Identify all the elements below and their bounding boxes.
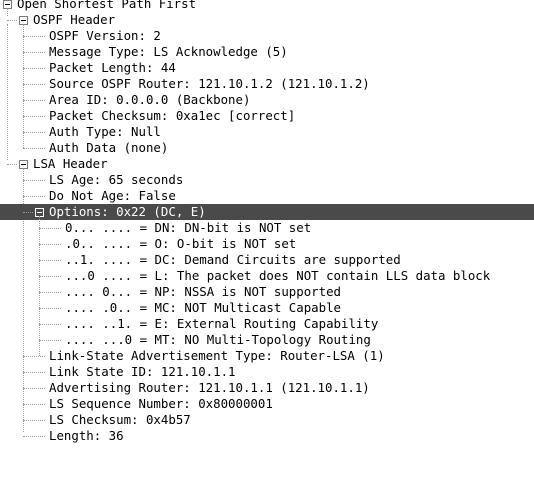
field-message-type[interactable]: Message Type: LS Acknowledge (5) [0,44,534,60]
tree-connector [23,180,45,181]
tree-node-label: OSPF Header [33,12,116,27]
field-link-state-id[interactable]: Link State ID: 121.10.1.1 [0,364,534,380]
option-bit-mc[interactable]: .... .0.. = MC: NOT Multicast Capable [0,300,534,316]
tree-connector [23,388,45,389]
field-label: Do Not Age: False [49,188,176,203]
packet-detail-tree: Open Shortest Path First OSPF Header OSP… [0,0,534,444]
field-label: OSPF Version: 2 [49,28,161,43]
field-label: Auth Type: Null [49,124,161,139]
tree-connector [23,100,45,101]
tree-node-options[interactable]: Options: 0x22 (DC, E) [0,204,534,220]
field-ospf-version[interactable]: OSPF Version: 2 [0,28,534,44]
field-label: .0.. .... = O: O-bit is NOT set [65,236,297,251]
tree-connector [23,196,45,197]
tree-connector [23,52,45,53]
tree-connector [7,164,17,165]
tree-connector [23,116,45,117]
tree-connector [39,340,61,341]
option-bit-dn[interactable]: 0... .... = DN: DN-bit is NOT set [0,220,534,236]
tree-connector [39,260,61,261]
field-auth-data[interactable]: Auth Data (none) [0,140,534,156]
field-label: ..1. .... = DC: Demand Circuits are supp… [65,252,401,267]
tree-connector [23,132,45,133]
tree-connector [7,20,17,21]
field-label: .... ..1. = E: External Routing Capabili… [65,316,379,331]
tree-connector [39,308,61,309]
tree-connector [23,148,45,149]
field-label: Advertising Router: 121.10.1.1 (121.10.1… [49,380,370,395]
tree-connector [39,244,61,245]
field-ls-sequence-number[interactable]: LS Sequence Number: 0x80000001 [0,396,534,412]
option-bit-np[interactable]: .... 0... = NP: NSSA is NOT supported [0,284,534,300]
tree-connector [39,276,61,277]
field-label: Auth Data (none) [49,140,169,155]
option-bit-dc[interactable]: ..1. .... = DC: Demand Circuits are supp… [0,252,534,268]
field-ls-age[interactable]: LS Age: 65 seconds [0,172,534,188]
field-label: Source OSPF Router: 121.10.1.2 (121.10.1… [49,76,370,91]
field-label: Length: 36 [49,428,124,443]
field-advertising-router[interactable]: Advertising Router: 121.10.1.1 (121.10.1… [0,380,534,396]
tree-node-label: Open Shortest Path First [17,0,197,11]
field-length[interactable]: Length: 36 [0,428,534,444]
tree-connector [39,324,61,325]
option-bit-mt[interactable]: .... ...0 = MT: NO Multi-Topology Routin… [0,332,534,348]
option-bit-e[interactable]: .... ..1. = E: External Routing Capabili… [0,316,534,332]
field-label: Packet Length: 44 [49,60,176,75]
field-area-id[interactable]: Area ID: 0.0.0.0 (Backbone) [0,92,534,108]
option-bit-l[interactable]: ...0 .... = L: The packet does NOT conta… [0,268,534,284]
field-label: LS Sequence Number: 0x80000001 [49,396,273,411]
field-lsa-type[interactable]: Link-State Advertisement Type: Router-LS… [0,348,534,364]
field-do-not-age[interactable]: Do Not Age: False [0,188,534,204]
tree-node-ospf[interactable]: Open Shortest Path First [0,0,534,12]
field-source-router[interactable]: Source OSPF Router: 121.10.1.2 (121.10.1… [0,76,534,92]
field-label: Link-State Advertisement Type: Router-LS… [49,348,385,363]
tree-connector [23,36,45,37]
field-label: .... 0... = NP: NSSA is NOT supported [65,284,342,299]
tree-connector [23,356,45,357]
field-label: Area ID: 0.0.0.0 (Backbone) [49,92,251,107]
tree-connector [23,420,45,421]
field-packet-length[interactable]: Packet Length: 44 [0,60,534,76]
field-label: LS Age: 65 seconds [49,172,184,187]
field-ls-checksum[interactable]: LS Checksum: 0x4b57 [0,412,534,428]
option-bit-o[interactable]: .0.. .... = O: O-bit is NOT set [0,236,534,252]
tree-connector [23,68,45,69]
field-label: Message Type: LS Acknowledge (5) [49,44,288,59]
tree-connector [23,404,45,405]
field-packet-checksum[interactable]: Packet Checksum: 0xa1ec [correct] [0,108,534,124]
tree-connector [39,228,61,229]
tree-connector [23,212,33,213]
field-label: 0... .... = DN: DN-bit is NOT set [65,220,312,235]
field-auth-type[interactable]: Auth Type: Null [0,124,534,140]
tree-node-ospf-header[interactable]: OSPF Header [0,12,534,28]
field-label: .... .0.. = MC: NOT Multicast Capable [65,300,342,315]
field-label: .... ...0 = MT: NO Multi-Topology Routin… [65,332,371,347]
tree-connector [23,372,45,373]
tree-connector [23,84,45,85]
field-label: ...0 .... = L: The packet does NOT conta… [65,268,491,283]
tree-connector [39,292,61,293]
tree-connector [23,436,45,437]
tree-node-label: Options: 0x22 (DC, E) [49,204,206,219]
tree-node-lsa-header[interactable]: LSA Header [0,156,534,172]
tree-node-label: LSA Header [33,156,108,171]
field-label: Packet Checksum: 0xa1ec [correct] [49,108,296,123]
field-label: Link State ID: 121.10.1.1 [49,364,236,379]
field-label: LS Checksum: 0x4b57 [49,412,191,427]
